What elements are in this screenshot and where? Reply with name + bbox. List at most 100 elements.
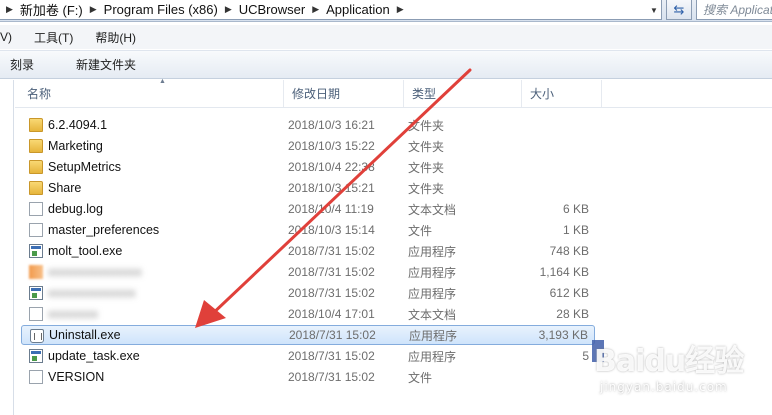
- menu-bar: V) 工具(T) 帮助(H): [0, 25, 772, 49]
- file-size: 6 KB: [562, 202, 589, 216]
- list-item-blurred-app[interactable]: xxxxxxxxxxxxxxx 2018/7/31 15:02 应用程序 1,1…: [21, 262, 595, 282]
- file-date: 2018/10/4 17:01: [288, 307, 375, 321]
- list-item-marketing[interactable]: Marketing 2018/10/3 15:22 文件夹: [21, 136, 595, 156]
- file-name: debug.log: [48, 202, 103, 216]
- search-placeholder: 搜索 Application: [703, 3, 772, 17]
- file-type: 文件: [408, 223, 433, 238]
- file-name-redacted: xxxxxxxxxxxxxx: [48, 286, 136, 300]
- exe-icon: [29, 349, 43, 363]
- baidu-watermark: Baidu经验 jingyan.baidu.com: [590, 330, 772, 415]
- file-type: 文件夹: [408, 160, 445, 175]
- file-date: 2018/7/31 15:02: [288, 244, 375, 258]
- breadcrumb-chevron-icon[interactable]: ▶: [312, 4, 319, 15]
- file-icon: [29, 307, 43, 321]
- file-type: 文件夹: [408, 181, 445, 196]
- watermark-logo: Baidu经验: [594, 344, 744, 379]
- file-date: 2018/7/31 15:02: [289, 328, 376, 342]
- file-size: 748 KB: [549, 244, 589, 258]
- breadcrumb-chevron-icon[interactable]: ▶: [397, 4, 404, 15]
- column-header-date[interactable]: 修改日期: [284, 80, 404, 107]
- folder-icon: [29, 139, 43, 153]
- file-type: 应用程序: [408, 244, 457, 259]
- list-item-share[interactable]: Share 2018/10/3 15:21 文件夹: [21, 178, 595, 198]
- address-dropdown-icon[interactable]: ▼: [646, 0, 662, 20]
- file-type: 文件夹: [408, 118, 445, 133]
- column-name-label: 名称: [27, 87, 52, 101]
- address-bar[interactable]: ▶ 新加卷 (F:) ▶ Program Files (x86) ▶ UCBro…: [0, 0, 662, 20]
- file-name: SetupMetrics: [48, 160, 121, 174]
- file-size: 3,193 KB: [538, 328, 588, 342]
- column-date-label: 修改日期: [292, 87, 341, 101]
- exe-icon: [29, 286, 43, 300]
- breadcrumb-chevron-icon[interactable]: ▶: [225, 4, 232, 15]
- file-name: VERSION: [48, 370, 105, 384]
- list-item-blurred-text[interactable]: xxxxxxxx 2018/10/4 17:01 文本文档 28 KB: [21, 304, 595, 324]
- exe-icon: [29, 244, 43, 258]
- file-type: 应用程序: [408, 265, 457, 280]
- file-name-redacted: xxxxxxxxxxxxxxx: [48, 265, 142, 279]
- breadcrumb-chevron-icon[interactable]: ▶: [6, 4, 13, 15]
- file-size: 1,164 KB: [539, 265, 589, 279]
- file-icon: [29, 370, 43, 384]
- column-type-label: 类型: [412, 87, 437, 101]
- list-item-uninstall[interactable]: Uninstall.exe 2018/7/31 15:02 应用程序 3,193…: [21, 325, 595, 345]
- file-type: 应用程序: [408, 286, 457, 301]
- file-date: 2018/10/3 15:21: [288, 181, 375, 195]
- uninstall-icon: [30, 329, 44, 343]
- folder-icon: [29, 118, 43, 132]
- list-item-master-preferences[interactable]: master_preferences 2018/10/3 15:14 文件 1 …: [21, 220, 595, 240]
- column-size-label: 大小: [530, 87, 555, 101]
- search-input[interactable]: 搜索 Application: [696, 0, 772, 20]
- file-date: 2018/10/4 11:19: [288, 202, 374, 216]
- refresh-icon: ⇆: [673, 1, 685, 17]
- list-item-setupmetrics[interactable]: SetupMetrics 2018/10/4 22:38 文件夹: [21, 157, 595, 177]
- column-header-size[interactable]: 大小: [522, 80, 602, 107]
- file-size: 1 KB: [562, 223, 589, 237]
- file-name: master_preferences: [48, 223, 160, 237]
- file-type: 应用程序: [409, 328, 458, 343]
- navigation-pane[interactable]: [0, 80, 14, 415]
- file-date: 2018/10/3 15:22: [288, 139, 375, 153]
- list-item-update-task[interactable]: update_task.exe 2018/7/31 15:02 应用程序 5: [21, 346, 595, 366]
- list-item-version[interactable]: VERSION 2018/7/31 15:02 文件: [21, 367, 595, 387]
- refresh-button[interactable]: ⇆: [666, 0, 692, 20]
- file-date: 2018/7/31 15:02: [288, 349, 375, 363]
- breadcrumb-application[interactable]: Application: [326, 2, 390, 17]
- column-header-type[interactable]: 类型: [404, 80, 522, 107]
- file-icon: [29, 202, 43, 216]
- menu-tools[interactable]: 工具(T): [22, 29, 83, 46]
- file-size: 612 KB: [549, 286, 589, 300]
- list-item-6-2-4094-1[interactable]: 6.2.4094.1 2018/10/3 16:21 文件夹: [21, 115, 595, 135]
- folder-icon: [29, 160, 43, 174]
- menu-help[interactable]: 帮助(H): [83, 29, 146, 46]
- file-date: 2018/7/31 15:02: [288, 286, 375, 300]
- file-name-redacted: xxxxxxxx: [48, 307, 98, 321]
- folder-icon: [29, 181, 43, 195]
- breadcrumb-ucbrowser[interactable]: UCBrowser: [239, 2, 305, 17]
- file-name: Marketing: [48, 139, 103, 153]
- list-item-molt-tool[interactable]: molt_tool.exe 2018/7/31 15:02 应用程序 748 K…: [21, 241, 595, 261]
- breadcrumb-chevron-icon[interactable]: ▶: [90, 4, 97, 15]
- menu-view[interactable]: V): [0, 30, 22, 44]
- command-toolbar: 刻录 新建文件夹: [0, 50, 772, 79]
- burn-button[interactable]: 刻录: [0, 56, 46, 73]
- file-size: 5: [582, 349, 589, 363]
- sort-ascending-icon: ▲: [159, 78, 166, 85]
- file-type: 文件: [408, 370, 433, 385]
- file-date: 2018/7/31 15:02: [288, 370, 375, 384]
- file-date: 2018/7/31 15:02: [288, 265, 375, 279]
- breadcrumb-program-files[interactable]: Program Files (x86): [104, 2, 218, 17]
- file-name: 6.2.4094.1: [48, 118, 108, 132]
- new-folder-button[interactable]: 新建文件夹: [46, 56, 148, 73]
- file-name: Uninstall.exe: [49, 328, 121, 342]
- watermark-url: jingyan.baidu.com: [600, 380, 728, 394]
- list-item-blurred-exe[interactable]: xxxxxxxxxxxxxx 2018/7/31 15:02 应用程序 612 …: [21, 283, 595, 303]
- file-type: 文件夹: [408, 139, 445, 154]
- breadcrumb-drive[interactable]: 新加卷 (F:): [20, 0, 83, 19]
- file-size: 28 KB: [556, 307, 589, 321]
- file-icon: [29, 223, 43, 237]
- app-icon: [29, 265, 43, 279]
- list-item-debug-log[interactable]: debug.log 2018/10/4 11:19 文本文档 6 KB: [21, 199, 595, 219]
- column-header-name[interactable]: 名称 ▲: [19, 78, 284, 107]
- column-header-row: 名称 ▲ 修改日期 类型 大小: [15, 78, 772, 108]
